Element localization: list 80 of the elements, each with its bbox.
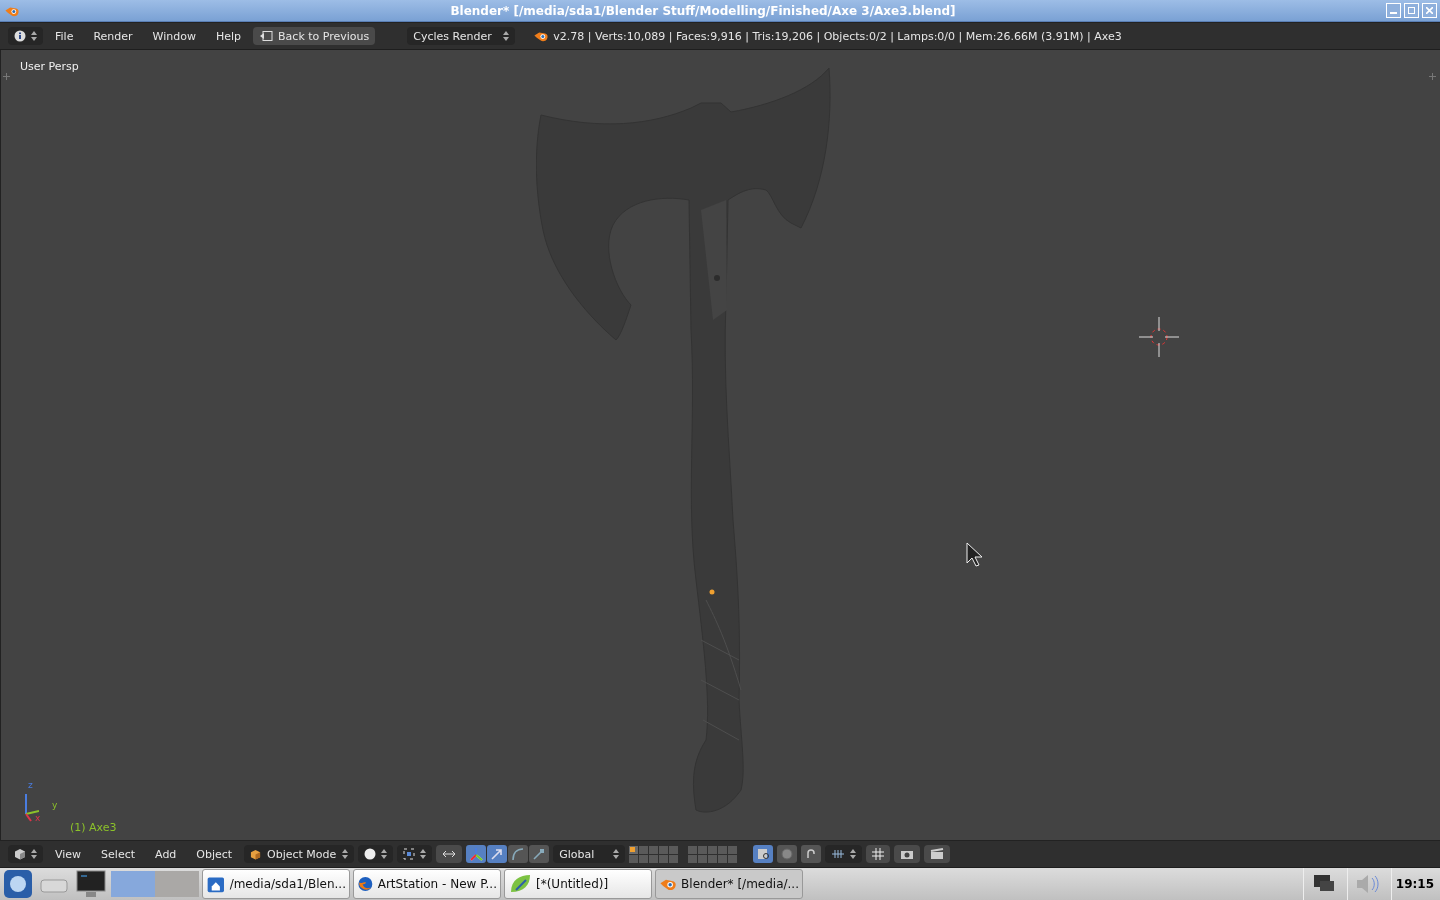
pivot-dropdown[interactable] bbox=[397, 845, 433, 863]
up-down-arrows-icon bbox=[381, 848, 388, 860]
arrow-icon bbox=[490, 847, 505, 861]
manipulator-button[interactable] bbox=[529, 845, 550, 863]
mouse-pointer-icon bbox=[966, 542, 983, 567]
taskbar-window-button[interactable]: [*(Untitled)] bbox=[504, 869, 652, 899]
snap-toggle-button[interactable] bbox=[801, 845, 822, 863]
origin-dot-icon bbox=[709, 589, 715, 595]
info-icon bbox=[14, 30, 26, 42]
up-down-arrows-icon bbox=[503, 30, 510, 42]
taskbar-window-button[interactable]: Blender* [/media/... bbox=[655, 869, 803, 899]
axis-label: y bbox=[52, 800, 58, 810]
lock-camera-button[interactable] bbox=[753, 845, 774, 863]
up-down-arrows-icon bbox=[342, 848, 349, 860]
editor-type-button[interactable] bbox=[8, 845, 43, 863]
manipulator-button[interactable] bbox=[508, 845, 529, 863]
cube-icon bbox=[250, 848, 262, 860]
axis-gizmo-icon bbox=[23, 794, 39, 822]
back-to-previous-button[interactable]: Back to Previous bbox=[253, 27, 376, 45]
blender-logo-icon bbox=[533, 30, 550, 42]
double-arrow-icon bbox=[442, 849, 457, 859]
camera-icon bbox=[900, 848, 915, 860]
pivot-icon bbox=[403, 848, 416, 860]
maximize-icon bbox=[1408, 7, 1415, 14]
blender-logo-icon bbox=[4, 4, 20, 17]
manipulator-button[interactable] bbox=[487, 845, 508, 863]
cube-icon bbox=[14, 848, 26, 860]
menu-item[interactable]: File bbox=[47, 27, 82, 45]
menu-item[interactable]: Help bbox=[207, 27, 250, 45]
magnet-icon bbox=[805, 848, 818, 860]
circle-icon bbox=[781, 848, 794, 860]
manipulator-button[interactable] bbox=[466, 845, 487, 863]
plus-icon bbox=[3, 73, 10, 80]
manipulator-toggle[interactable] bbox=[436, 845, 463, 863]
menu-item[interactable]: Object bbox=[188, 845, 241, 863]
scene-statistics: v2.78 | Verts:10,089 | Faces:9,916 | Tris:19,206 | Objects:0/2 | Lamps:0/0 | Mem:26.66M (3.91M) | Axe3 bbox=[553, 29, 1122, 43]
lock-icon bbox=[757, 848, 770, 860]
up-down-arrows-icon bbox=[31, 848, 37, 860]
up-down-arrows-icon bbox=[613, 848, 620, 860]
orientation-dropdown[interactable]: Global bbox=[553, 845, 626, 863]
render-animation-button[interactable] bbox=[924, 845, 951, 863]
close-icon bbox=[1426, 7, 1433, 14]
layer-buttons[interactable] bbox=[629, 845, 679, 863]
proportional-edit-button[interactable] bbox=[777, 845, 798, 863]
render-engine-dropdown[interactable]: Cycles Render bbox=[407, 27, 516, 45]
axis-label: x bbox=[35, 813, 41, 823]
up-down-arrows-icon bbox=[31, 30, 37, 42]
sphere-icon bbox=[364, 848, 377, 860]
mode-dropdown[interactable]: Object Mode bbox=[244, 845, 355, 863]
menu-item[interactable]: Render bbox=[85, 27, 141, 45]
editor-type-button[interactable] bbox=[8, 27, 43, 45]
manipulator-axes-icon bbox=[469, 847, 484, 861]
back-screen-icon bbox=[259, 31, 274, 41]
render-image-button[interactable] bbox=[894, 845, 921, 863]
snap-increment-icon bbox=[831, 848, 846, 860]
window-title: Blender* [/media/sda1/Blender Stuff/Modelling/Finished/Axe 3/Axe3.blend] bbox=[449, 3, 957, 18]
menu-item[interactable]: Add bbox=[147, 845, 185, 863]
clapperboard-icon bbox=[930, 848, 945, 860]
snap-element-dropdown[interactable] bbox=[825, 845, 863, 863]
view-label: User Persp bbox=[20, 60, 79, 73]
shading-dropdown[interactable] bbox=[358, 845, 394, 863]
3d-viewport[interactable]: User Persp z y x (1) Axe3 bbox=[0, 50, 1440, 840]
taskbar-window-button[interactable]: ArtStation - New P... bbox=[353, 869, 501, 899]
axis-label: z bbox=[28, 780, 33, 790]
start-menu-icon[interactable] bbox=[2, 868, 34, 900]
active-object-label: (1) Axe3 bbox=[70, 821, 117, 834]
scale-handle-icon bbox=[532, 847, 547, 861]
taskbar-window-button[interactable]: /media/sda1/Blen... bbox=[202, 869, 350, 899]
3d-cursor-icon bbox=[1139, 317, 1179, 357]
terminal-icon[interactable] bbox=[74, 868, 108, 900]
grid-icon bbox=[872, 848, 885, 860]
up-down-arrows-icon bbox=[850, 848, 857, 860]
arc-icon bbox=[511, 847, 526, 861]
snap-target-button[interactable] bbox=[866, 845, 891, 863]
menu-item[interactable]: Window bbox=[144, 27, 204, 45]
menu-item[interactable]: Select bbox=[93, 845, 144, 863]
clock: 19:15 bbox=[1390, 868, 1438, 900]
menu-item[interactable]: View bbox=[47, 845, 90, 863]
plus-icon bbox=[1429, 73, 1436, 80]
up-down-arrows-icon bbox=[420, 848, 427, 860]
